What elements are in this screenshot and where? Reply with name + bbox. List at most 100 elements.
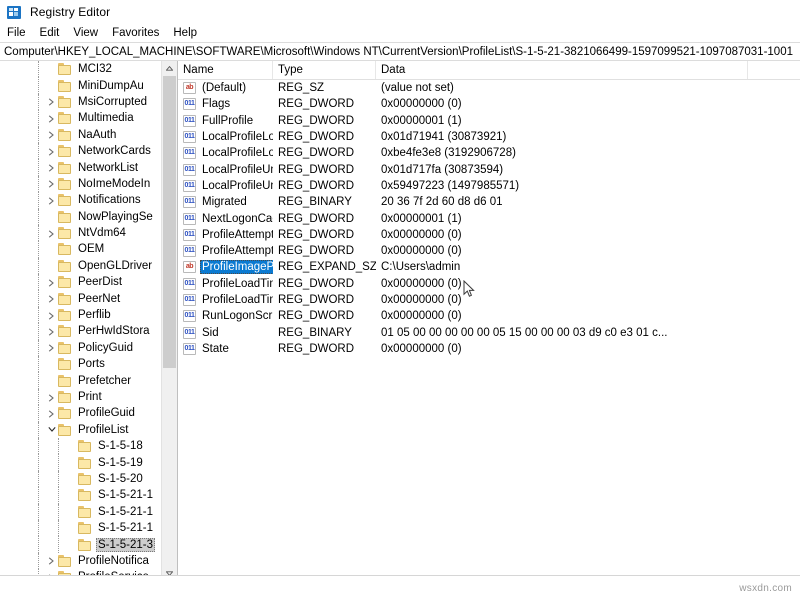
table-row[interactable]: 011 Flags REG_DWORD 0x00000000 (0) [178, 96, 800, 112]
chevron-right-icon[interactable] [45, 341, 58, 354]
value-type-cell: REG_DWORD [278, 131, 355, 144]
table-row[interactable]: 011 LocalProfileUnlo... REG_DWORD 0x01d717f… [178, 161, 800, 177]
tree-guide-line [38, 224, 40, 242]
tree-item-oem[interactable]: OEM [0, 241, 177, 258]
chevron-down-icon[interactable] [45, 423, 58, 436]
table-row[interactable]: 011 ProfileAttempte... REG_DWORD 0x00000000… [178, 227, 800, 243]
chevron-right-icon[interactable] [45, 276, 58, 289]
value-name-cell: 011 LocalProfileUnlo... [178, 179, 273, 193]
table-row[interactable]: 011 LocalProfileLoa... REG_DWORD 0xbe4fe3e8… [178, 145, 800, 161]
menu-item-favorites[interactable]: Favorites [112, 24, 167, 42]
column-header-type[interactable]: Type [273, 61, 376, 79]
tree-expander-empty [45, 374, 58, 387]
table-row[interactable]: 011 ProfileLoadTime... REG_DWORD 0x00000000… [178, 292, 800, 308]
tree-guide-line [58, 437, 60, 455]
value-data-cell: 0x01d717fa (30873594) [381, 163, 504, 176]
table-row[interactable]: 011 ProfileLoadTime... REG_DWORD 0x00000000… [178, 276, 800, 292]
chevron-right-icon[interactable] [45, 128, 58, 141]
folder-icon [58, 374, 72, 387]
menu-item-help[interactable]: Help [173, 24, 205, 42]
menu-item-edit[interactable]: Edit [40, 24, 68, 42]
scroll-up-icon[interactable] [162, 61, 177, 76]
column-header-name[interactable]: Name [178, 61, 273, 79]
tree-item-prefetcher[interactable]: Prefetcher [0, 372, 177, 389]
table-row[interactable]: 011 Sid REG_BINARY 01 05 00 00 00 00 00 05 … [178, 324, 800, 340]
tree-guide-line [38, 192, 40, 209]
menu-item-view[interactable]: View [73, 24, 106, 42]
tree-item-multimedia[interactable]: Multimedia [0, 110, 177, 127]
tree-item-profilenotifica[interactable]: ProfileNotifica [0, 552, 177, 570]
tree-expander-empty [65, 472, 78, 485]
tree-expander-empty [65, 456, 78, 469]
chevron-right-icon[interactable] [45, 554, 58, 567]
tree-item-s-1-5-19[interactable]: S-1-5-19 [0, 454, 177, 471]
tree-item-minidumpau[interactable]: MiniDumpAu [0, 77, 177, 94]
tree-item-msicorrupted[interactable]: MsiCorrupted [0, 93, 177, 111]
tree-guide-line [38, 454, 40, 471]
tree-item-s-1-5-21-1[interactable]: S-1-5-21-1 [0, 487, 177, 504]
chevron-right-icon[interactable] [45, 407, 58, 420]
tree-item-label: S-1-5-18 [98, 440, 143, 453]
tree-item-perflib[interactable]: Perflib [0, 306, 177, 324]
column-header-data[interactable]: Data [376, 61, 748, 79]
tree-item-networklist[interactable]: NetworkList [0, 159, 177, 176]
table-row[interactable]: 011 Migrated REG_BINARY 20 36 7f 2d 60 d8 d… [178, 194, 800, 210]
chevron-right-icon[interactable] [45, 391, 58, 404]
tree-scroll-thumb[interactable] [163, 76, 176, 368]
tree-item-ports[interactable]: Ports [0, 356, 177, 373]
tree-item-s-1-5-18[interactable]: S-1-5-18 [0, 437, 177, 455]
tree-item-noimemodein[interactable]: NoImeModeIn [0, 175, 177, 193]
values-list[interactable]: ab (Default) REG_SZ (value not set) 011 Flags… [178, 80, 800, 598]
tree-item-naauth[interactable]: NaAuth [0, 126, 177, 143]
table-row[interactable]: 011 State REG_DWORD 0x00000000 (0) [178, 341, 800, 357]
value-type-cell: REG_DWORD [278, 294, 355, 306]
tree-item-profileguid[interactable]: ProfileGuid [0, 405, 177, 422]
binary-value-icon: 011 [183, 294, 196, 306]
chevron-right-icon[interactable] [45, 194, 58, 207]
value-type-cell: REG_DWORD [278, 98, 355, 111]
menu-item-file[interactable]: File [7, 24, 34, 42]
tree-item-s-1-5-20[interactable]: S-1-5-20 [0, 470, 177, 488]
table-row[interactable]: ab (Default) REG_SZ (value not set) [178, 80, 800, 96]
table-row[interactable]: 011 FullProfile REG_DWORD 0x00000001 (1) [178, 113, 800, 129]
table-row[interactable]: 011 LocalProfileUnlo... REG_DWORD 0x5949722… [178, 178, 800, 194]
tree-item-peerdist[interactable]: PeerDist [0, 274, 177, 291]
tree-item-opengldriver[interactable]: OpenGLDriver [0, 257, 177, 275]
value-name-cell: 011 Sid [178, 326, 273, 340]
tree-item-ntvdm64[interactable]: NtVdm64 [0, 224, 177, 242]
chevron-right-icon[interactable] [45, 161, 58, 174]
table-row[interactable]: 011 NextLogonCach... REG_DWORD 0x00000001 (… [178, 210, 800, 226]
value-name-label: State [202, 342, 229, 355]
chevron-right-icon[interactable] [45, 325, 58, 338]
tree-item-s-1-5-21-3[interactable]: S-1-5-21-3 [0, 536, 177, 553]
chevron-right-icon[interactable] [45, 292, 58, 305]
tree-item-s-1-5-21-1[interactable]: S-1-5-21-1 [0, 503, 177, 520]
tree-item-nowplayingse[interactable]: NowPlayingSe [0, 208, 177, 225]
value-type-cell: REG_DWORD [278, 245, 355, 258]
chevron-right-icon[interactable] [45, 177, 58, 190]
chevron-right-icon[interactable] [45, 309, 58, 322]
tree-item-perhwidstora[interactable]: PerHwIdStora [0, 323, 177, 340]
chevron-right-icon[interactable] [45, 95, 58, 108]
binary-value-icon: 011 [183, 310, 196, 323]
table-row[interactable]: ab ProfileImagePath REG_EXPAND_SZ C:\Users\… [178, 259, 800, 275]
tree-item-policyguid[interactable]: PolicyGuid [0, 339, 177, 357]
tree-item-networkcards[interactable]: NetworkCards [0, 142, 177, 160]
table-row[interactable]: 011 ProfileAttempte... REG_DWORD 0x00000000… [178, 243, 800, 259]
value-type-cell: REG_DWORD [278, 212, 355, 225]
tree-item-print[interactable]: Print [0, 388, 177, 406]
table-row[interactable]: 011 LocalProfileLoa... REG_DWORD 0x01d71941… [178, 129, 800, 145]
table-row[interactable]: 011 RunLogonScript... REG_DWORD 0x00000000 … [178, 308, 800, 324]
binary-value-icon: 011 [183, 114, 196, 127]
tree-vertical-scrollbar[interactable] [161, 61, 177, 581]
tree-item-peernet[interactable]: PeerNet [0, 290, 177, 307]
chevron-right-icon[interactable] [45, 112, 58, 125]
tree-item-profilelist[interactable]: ProfileList [0, 421, 177, 438]
chevron-right-icon[interactable] [45, 145, 58, 158]
tree-item-s-1-5-21-1[interactable]: S-1-5-21-1 [0, 519, 177, 537]
chevron-right-icon[interactable] [45, 227, 58, 240]
tree-item-notifications[interactable]: Notifications [0, 192, 177, 209]
registry-tree[interactable]: MCI32 MiniDumpAu MsiCorrupted Multimedia NaA… [0, 61, 177, 581]
tree-item-mci32[interactable]: MCI32 [0, 61, 177, 78]
address-bar[interactable]: Computer\HKEY_LOCAL_MACHINE\SOFTWARE\Mic… [0, 42, 800, 61]
